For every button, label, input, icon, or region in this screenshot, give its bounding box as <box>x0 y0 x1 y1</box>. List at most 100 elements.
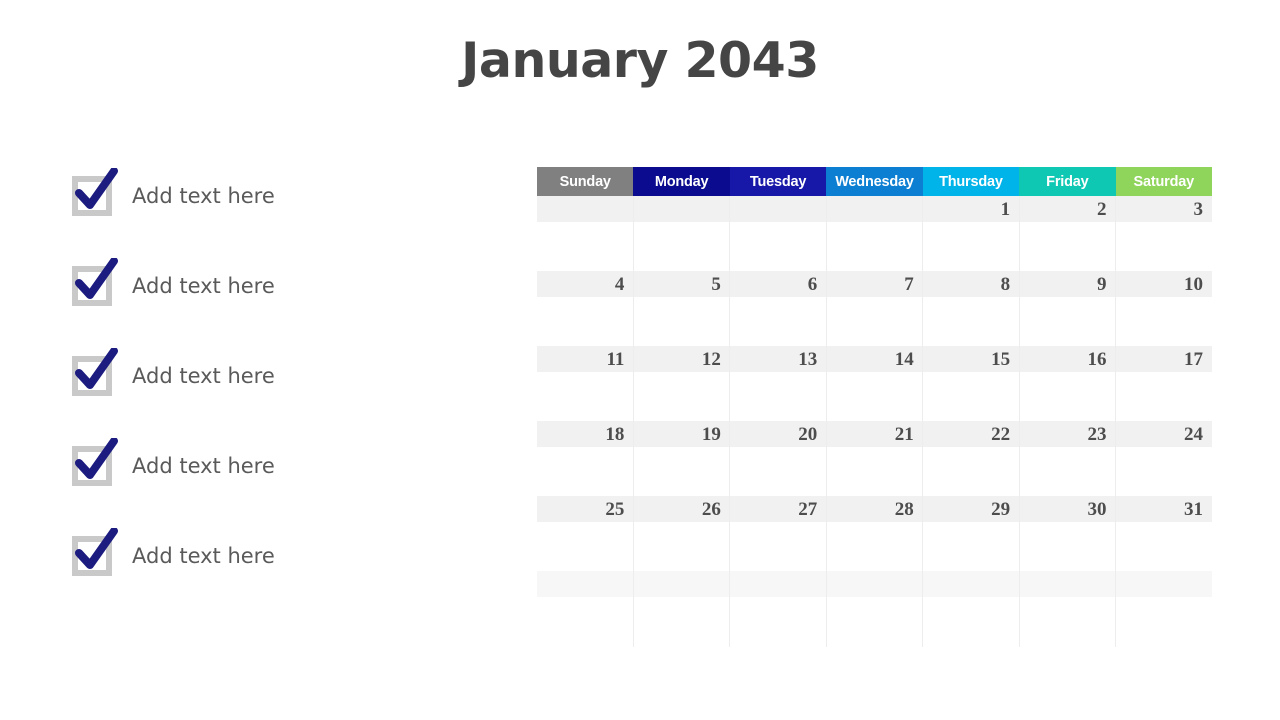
calendar-day-cell[interactable] <box>827 222 924 271</box>
calendar-day-number[interactable]: 2 <box>1019 196 1115 222</box>
calendar-day-empty <box>537 196 633 222</box>
calendar-day-cell[interactable] <box>827 447 924 496</box>
calendar-day-cell[interactable] <box>537 447 634 496</box>
calendar-day-number[interactable]: 19 <box>633 421 729 447</box>
calendar-day-number[interactable]: 12 <box>633 346 729 372</box>
calendar-day-number[interactable]: 13 <box>730 346 826 372</box>
calendar-day-cell[interactable] <box>634 222 731 271</box>
calendar-day-cell[interactable] <box>730 447 827 496</box>
calendar-day-number[interactable]: 20 <box>730 421 826 447</box>
calendar-day-cell[interactable] <box>923 372 1020 421</box>
calendar-day-cell[interactable] <box>730 597 827 646</box>
calendar-day-number[interactable]: 5 <box>633 271 729 297</box>
calendar-day-cell[interactable] <box>634 522 731 571</box>
checklist-item-label: Add text here <box>132 363 275 388</box>
calendar-day-cell[interactable] <box>923 447 1020 496</box>
calendar-slide: January 2043 Add text here Add text here A… <box>0 0 1280 720</box>
calendar-day-cell[interactable] <box>923 597 1020 646</box>
calendar-day-number[interactable]: 24 <box>1116 421 1212 447</box>
calendar-day-cell[interactable] <box>730 297 827 346</box>
calendar-day-cell[interactable] <box>827 597 924 646</box>
calendar-day-content-row <box>537 297 1212 346</box>
calendar-day-number[interactable]: 21 <box>826 421 922 447</box>
calendar-date-band: 18 19 20 21 22 23 24 <box>537 421 1212 447</box>
checkbox-checked-icon[interactable] <box>70 348 118 398</box>
calendar-week-row: 11 12 13 14 15 16 17 <box>537 346 1212 421</box>
calendar-day-cell[interactable] <box>1020 447 1117 496</box>
calendar-day-number[interactable]: 10 <box>1116 271 1212 297</box>
calendar-day-cell[interactable] <box>1020 597 1117 646</box>
calendar-day-cell[interactable] <box>730 372 827 421</box>
calendar-day-number[interactable]: 9 <box>1019 271 1115 297</box>
calendar-week-row: 123 <box>537 196 1212 271</box>
checklist-item[interactable]: Add text here <box>70 528 490 579</box>
checklist-item[interactable]: Add text here <box>70 258 490 309</box>
calendar-day-cell[interactable] <box>923 222 1020 271</box>
calendar-day-cell[interactable] <box>1020 222 1117 271</box>
calendar-day-number[interactable]: 27 <box>730 496 826 522</box>
calendar-day-number[interactable]: 14 <box>826 346 922 372</box>
calendar-day-cell[interactable] <box>827 522 924 571</box>
calendar-day-empty <box>826 196 922 222</box>
calendar-day-cell[interactable] <box>1116 597 1212 646</box>
calendar-day-cell[interactable] <box>1020 297 1117 346</box>
calendar-day-cell[interactable] <box>634 597 731 646</box>
checklist-item-label: Add text here <box>132 453 275 478</box>
calendar-day-number[interactable]: 29 <box>923 496 1019 522</box>
calendar-day-number[interactable]: 8 <box>923 271 1019 297</box>
calendar-day-number[interactable]: 1 <box>923 196 1019 222</box>
checkbox-checked-icon[interactable] <box>70 168 118 218</box>
calendar-day-cell[interactable] <box>537 297 634 346</box>
calendar-day-number[interactable]: 26 <box>633 496 729 522</box>
calendar-day-empty <box>537 571 633 597</box>
checklist-item[interactable]: Add text here <box>70 168 490 219</box>
calendar-day-number[interactable]: 4 <box>537 271 633 297</box>
calendar-day-number[interactable]: 7 <box>826 271 922 297</box>
calendar-day-number[interactable]: 16 <box>1019 346 1115 372</box>
calendar-day-cell[interactable] <box>634 372 731 421</box>
calendar-day-cell[interactable] <box>827 372 924 421</box>
calendar-day-number[interactable]: 17 <box>1116 346 1212 372</box>
calendar-day-cell[interactable] <box>537 522 634 571</box>
calendar-day-number[interactable]: 31 <box>1116 496 1212 522</box>
calendar-day-number[interactable]: 6 <box>730 271 826 297</box>
checkbox-checked-icon[interactable] <box>70 438 118 488</box>
calendar-day-cell[interactable] <box>1116 222 1212 271</box>
calendar-day-cell[interactable] <box>634 447 731 496</box>
calendar-day-cell[interactable] <box>730 522 827 571</box>
weekday-header-saturday: Saturday <box>1115 167 1212 196</box>
checklist-item[interactable]: Add text here <box>70 438 490 489</box>
calendar-day-number[interactable]: 3 <box>1116 196 1212 222</box>
calendar-day-cell[interactable] <box>923 522 1020 571</box>
weekday-header-wednesday: Wednesday <box>826 167 923 196</box>
calendar-day-cell[interactable] <box>1116 372 1212 421</box>
calendar-day-number[interactable]: 22 <box>923 421 1019 447</box>
calendar-day-cell[interactable] <box>1116 297 1212 346</box>
calendar-day-cell[interactable] <box>537 372 634 421</box>
calendar-day-cell[interactable] <box>634 297 731 346</box>
calendar-day-number[interactable]: 30 <box>1019 496 1115 522</box>
calendar-day-cell[interactable] <box>923 297 1020 346</box>
checkbox-box <box>72 446 112 486</box>
calendar-day-cell[interactable] <box>730 222 827 271</box>
calendar-body: 1 2 3 4 5 6 7 8 9 10 11 12 13 14 15 16 17 18 19 20 21 22 23 24 2… <box>537 196 1212 646</box>
calendar-day-cell[interactable] <box>1116 447 1212 496</box>
calendar-day-number[interactable]: 18 <box>537 421 633 447</box>
calendar-day-cell[interactable] <box>1020 372 1117 421</box>
calendar-week-row: 25 26 27 28 29 30 31 <box>537 496 1212 571</box>
calendar-day-cell[interactable] <box>1116 522 1212 571</box>
calendar-day-cell[interactable] <box>827 297 924 346</box>
calendar-day-cell[interactable] <box>1020 522 1117 571</box>
calendar-day-cell[interactable] <box>537 222 634 271</box>
checklist-item-label: Add text here <box>132 183 275 208</box>
calendar-day-number[interactable]: 11 <box>537 346 633 372</box>
checkbox-box <box>72 356 112 396</box>
calendar-day-number[interactable]: 25 <box>537 496 633 522</box>
checkbox-checked-icon[interactable] <box>70 258 118 308</box>
calendar-day-number[interactable]: 15 <box>923 346 1019 372</box>
calendar-day-number[interactable]: 23 <box>1019 421 1115 447</box>
calendar-day-cell[interactable] <box>537 597 634 646</box>
checklist-item[interactable]: Add text here <box>70 348 490 399</box>
checkbox-checked-icon[interactable] <box>70 528 118 578</box>
calendar-day-number[interactable]: 28 <box>826 496 922 522</box>
